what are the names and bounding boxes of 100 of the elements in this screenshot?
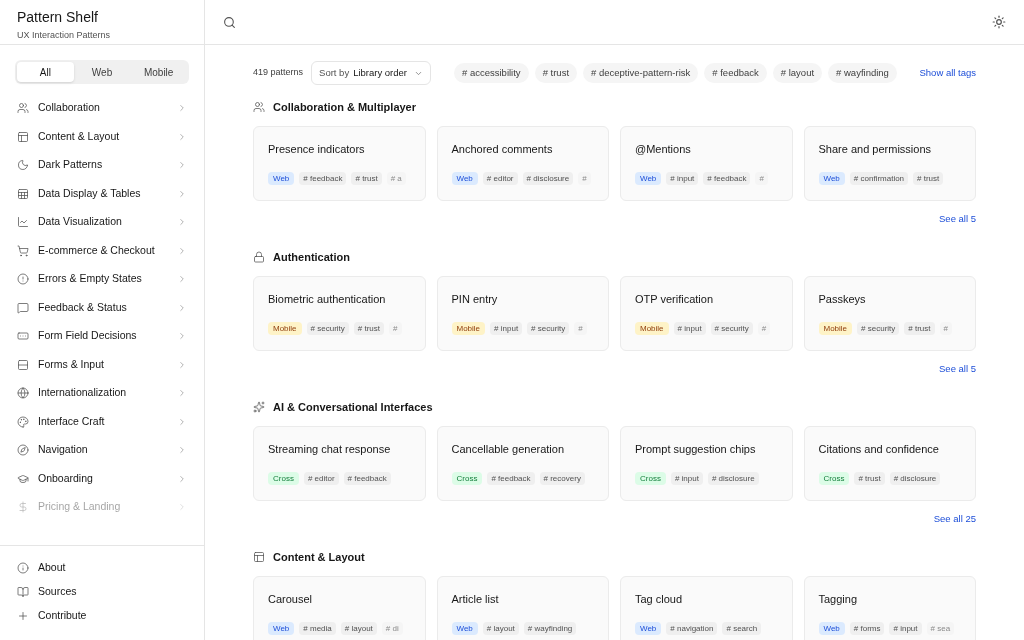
pattern-card[interactable]: Share and permissions Web # confirmation # trust: [803, 126, 976, 201]
layout-icon: [17, 130, 29, 143]
chevron-right-icon: [177, 160, 187, 171]
chevron-right-icon: [177, 103, 187, 114]
tag-chip[interactable]: # wayfinding: [828, 63, 897, 83]
tag-chip[interactable]: # layout: [772, 63, 823, 83]
platform-tab[interactable]: Web: [73, 62, 131, 82]
platform-badge: Web: [818, 622, 845, 635]
tag-chip[interactable]: # accessibility: [454, 63, 529, 83]
card-tag: # sea: [926, 622, 955, 635]
card-tag: # feedback: [343, 472, 391, 485]
card-tag: # recovery: [539, 472, 585, 485]
tag-chip[interactable]: # feedback: [704, 63, 767, 83]
tag-chip[interactable]: # deceptive-pattern-risk: [583, 63, 699, 83]
users-icon: [17, 102, 29, 115]
pattern-card[interactable]: @Mentions Web # input # feedback #: [620, 126, 793, 201]
search-icon[interactable]: [223, 15, 236, 29]
see-all-link[interactable]: See all 5: [939, 212, 976, 224]
card-tag: # feedback: [487, 472, 535, 485]
category-link[interactable]: Content & Layout: [0, 122, 204, 151]
card-tag: # trust: [904, 322, 935, 335]
footer-link[interactable]: Contribute: [0, 604, 204, 628]
pattern-card[interactable]: Tag cloud Web # navigation # search: [620, 576, 793, 640]
form-rows-icon: [17, 358, 29, 371]
pattern-card[interactable]: Tagging Web # forms # input # sea: [803, 576, 976, 640]
card-tag: # security: [306, 322, 349, 335]
pattern-card[interactable]: Citations and confidence Cross # trust # disclosure: [803, 426, 976, 501]
card-tag: # disclosure: [707, 472, 759, 485]
pattern-card[interactable]: Article list Web # layout # wayfinding: [436, 576, 609, 640]
pattern-card[interactable]: Prompt suggestion chips Cross # input # disclosure: [620, 426, 793, 501]
card-title: Cancellable generation: [451, 442, 566, 457]
category-link[interactable]: Onboarding: [0, 464, 204, 493]
card-title: Tagging: [818, 592, 859, 607]
card-tag: #: [574, 322, 587, 335]
card-tag: # input: [666, 172, 699, 185]
platform-tab[interactable]: All: [17, 62, 74, 82]
book-icon: [17, 586, 29, 598]
pattern-card[interactable]: Anchored comments Web # editor # disclosure #: [436, 126, 609, 201]
see-all-link[interactable]: See all 25: [933, 512, 976, 524]
pattern-count: 419 patterns: [253, 66, 304, 80]
table-icon: [17, 187, 29, 200]
card-tag: # disclosure: [889, 472, 941, 485]
pattern-card[interactable]: Streaming chat response Cross # editor # feedback: [253, 426, 426, 501]
sun-icon[interactable]: [992, 15, 1006, 29]
card-tag: # trust: [353, 322, 385, 335]
card-title: PIN entry: [451, 292, 499, 307]
footer-link[interactable]: About: [0, 556, 204, 580]
footer-link[interactable]: Sources: [0, 580, 204, 604]
alert-icon: [17, 273, 29, 286]
card-tag: #: [578, 172, 591, 185]
platform-badge: Cross: [268, 472, 299, 485]
see-all-link[interactable]: See all 5: [939, 362, 976, 374]
card-tag: #: [755, 172, 768, 185]
pattern-card[interactable]: Carousel Web # media # layout # di: [253, 576, 426, 640]
category-link[interactable]: Form Field Decisions: [0, 322, 204, 351]
category-link[interactable]: E-commerce & Checkout: [0, 236, 204, 265]
card-title: Anchored comments: [451, 142, 554, 157]
pattern-card[interactable]: Biometric authentication Mobile # security # trust #: [253, 276, 426, 351]
sort-dropdown[interactable]: Sort by Library order: [311, 61, 431, 85]
pattern-card[interactable]: Presence indicators Web # feedback # trust # a: [253, 126, 426, 201]
category-link[interactable]: Data Visualization: [0, 208, 204, 237]
lock-icon: [253, 251, 265, 263]
chevron-right-icon: [177, 359, 187, 370]
card-title: Biometric authentication: [268, 292, 387, 307]
section-heading: Collaboration & Multiplayer: [273, 99, 416, 115]
sparkles-icon: [253, 401, 265, 413]
app-subtitle: UX Interaction Patterns: [17, 29, 112, 42]
card-tag: # security: [710, 322, 753, 335]
show-all-tags-link[interactable]: Show all tags: [919, 65, 976, 81]
card-tag: # disclosure: [522, 172, 574, 185]
category-link[interactable]: Interface Craft: [0, 407, 204, 436]
category-link[interactable]: Navigation: [0, 436, 204, 465]
category-link[interactable]: Collaboration: [0, 94, 204, 123]
category-link[interactable]: Errors & Empty States: [0, 265, 204, 294]
category-link[interactable]: Dark Patterns: [0, 151, 204, 180]
card-title: Share and permissions: [818, 142, 932, 157]
chevron-right-icon: [177, 331, 187, 342]
category-link[interactable]: Feedback & Status: [0, 293, 204, 322]
card-tag: # search: [722, 622, 762, 635]
app-title: Pattern Shelf: [17, 8, 99, 27]
card-tag: # trust: [351, 172, 382, 185]
category-link[interactable]: Internationalization: [0, 379, 204, 408]
card-tag: # security: [527, 322, 570, 335]
pattern-card[interactable]: OTP verification Mobile # input # security #: [620, 276, 793, 351]
card-tag: # a: [386, 172, 406, 185]
platform-badge: Mobile: [451, 322, 486, 335]
category-link[interactable]: Forms & Input: [0, 350, 204, 379]
moon-icon: [17, 159, 29, 172]
card-tag: # layout: [482, 622, 519, 635]
category-link[interactable]: Data Display & Tables: [0, 179, 204, 208]
pattern-card[interactable]: PIN entry Mobile # input # security #: [436, 276, 609, 351]
card-title: Carousel: [268, 592, 314, 607]
users-icon: [253, 101, 265, 113]
tag-chip[interactable]: # trust: [534, 63, 578, 83]
card-title: Passkeys: [818, 292, 867, 307]
platform-tab[interactable]: Mobile: [130, 62, 187, 82]
section-heading: AI & Conversational Interfaces: [273, 399, 433, 415]
pattern-card[interactable]: Passkeys Mobile # security # trust #: [803, 276, 976, 351]
platform-badge: Web: [268, 172, 295, 185]
pattern-card[interactable]: Cancellable generation Cross # feedback # recovery: [436, 426, 609, 501]
